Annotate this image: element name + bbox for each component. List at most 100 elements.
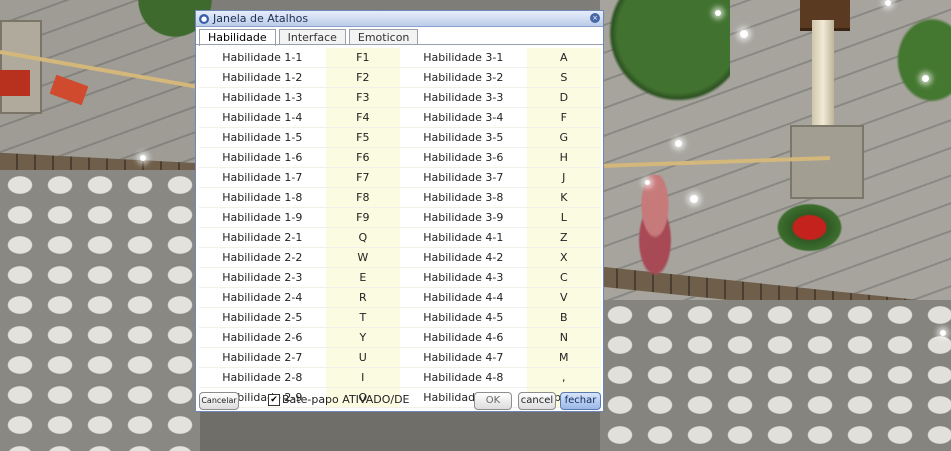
skill-slot-label: Habilidade 2-8 xyxy=(199,367,326,388)
skill-slot-label: Habilidade 3-9 xyxy=(399,207,527,228)
key-binding-cell[interactable]: F xyxy=(526,107,601,128)
skill-slot-label: Habilidade 4-3 xyxy=(399,267,527,288)
key-binding-cell[interactable]: W xyxy=(325,247,400,268)
cobblestones-right xyxy=(600,300,951,451)
skill-slot-label: Habilidade 1-1 xyxy=(199,48,326,68)
key-binding-cell[interactable]: L xyxy=(526,207,601,228)
key-binding-cell[interactable]: C xyxy=(526,267,601,288)
table-row: Habilidade 1-9 F9 Habilidade 3-9 L xyxy=(199,207,601,228)
key-binding-cell[interactable]: Z xyxy=(526,227,601,248)
chat-toggle-checkbox[interactable]: ✔ xyxy=(268,394,280,406)
key-binding-cell[interactable]: T xyxy=(325,307,400,328)
table-row: Habilidade 1-5 F5 Habilidade 3-5 G xyxy=(199,127,601,148)
snowflake xyxy=(885,0,891,6)
lamp-base xyxy=(790,125,864,199)
key-binding-cell[interactable]: F1 xyxy=(325,48,400,68)
key-binding-cell[interactable]: Q xyxy=(325,227,400,248)
skill-slot-label: Habilidade 3-7 xyxy=(399,167,527,188)
skill-slot-label: Habilidade 4-2 xyxy=(399,247,527,268)
cancelar-button[interactable]: Cancelar xyxy=(199,392,239,410)
skill-slot-label: Habilidade 2-1 xyxy=(199,227,326,248)
skill-slot-label: Habilidade 3-3 xyxy=(399,87,527,108)
window-icon: ● xyxy=(199,13,209,24)
skill-slot-label: Habilidade 1-4 xyxy=(199,107,326,128)
key-binding-cell[interactable]: S xyxy=(526,67,601,88)
skill-slot-label: Habilidade 2-6 xyxy=(199,327,326,348)
table-row: Habilidade 1-3 F3 Habilidade 3-3 D xyxy=(199,87,601,108)
key-binding-cell[interactable]: E xyxy=(325,267,400,288)
key-binding-cell[interactable]: V xyxy=(526,287,601,308)
table-row: Habilidade 2-3 E Habilidade 4-3 C xyxy=(199,267,601,288)
snowflake xyxy=(675,140,682,147)
christmas-gift-decoration xyxy=(0,70,30,96)
table-row: Habilidade 2-8 I Habilidade 4-8, xyxy=(199,367,601,388)
skill-slot-label: Habilidade 1-8 xyxy=(199,187,326,208)
snowflake xyxy=(740,30,748,38)
player-character[interactable] xyxy=(625,175,685,275)
table-row: Habilidade 1-2 F2 Habilidade 3-2 S xyxy=(199,67,601,88)
key-binding-cell[interactable]: F8 xyxy=(325,187,400,208)
key-binding-cell[interactable]: , xyxy=(526,367,601,388)
key-binding-cell[interactable]: H xyxy=(526,147,601,168)
skill-slot-label: Habilidade 3-2 xyxy=(399,67,527,88)
key-binding-cell[interactable]: X xyxy=(526,247,601,268)
cancel-button[interactable]: cancel xyxy=(518,392,556,410)
fechar-button[interactable]: fechar xyxy=(560,392,601,410)
table-row: Habilidade 1-7 F7 Habilidade 3-7 J xyxy=(199,167,601,188)
table-row: Habilidade 2-4 R Habilidade 4-4 V xyxy=(199,287,601,308)
tab-emoticon[interactable]: Emoticon xyxy=(348,29,419,45)
skill-slot-label: Habilidade 2-3 xyxy=(199,267,326,288)
key-binding-cell[interactable]: A xyxy=(526,48,601,68)
key-binding-cell[interactable]: J xyxy=(526,167,601,188)
table-row: Habilidade 2-5 T Habilidade 4-5 B xyxy=(199,307,601,328)
skill-slot-label: Habilidade 4-4 xyxy=(399,287,527,308)
table-row: Habilidade 1-8 F8 Habilidade 3-8 K xyxy=(199,187,601,208)
skill-slot-label: Habilidade 2-2 xyxy=(199,247,326,268)
key-binding-cell[interactable]: N xyxy=(526,327,601,348)
key-binding-cell[interactable]: F7 xyxy=(325,167,400,188)
key-binding-cell[interactable]: R xyxy=(325,287,400,308)
skill-slot-label: Habilidade 1-7 xyxy=(199,167,326,188)
key-binding-cell[interactable]: F6 xyxy=(325,147,400,168)
skill-slot-label: Habilidade 2-7 xyxy=(199,347,326,368)
ok-button[interactable]: OK xyxy=(474,392,512,410)
table-row: Habilidade 1-6 F6 Habilidade 3-6 H xyxy=(199,147,601,168)
close-icon[interactable]: × xyxy=(590,13,600,23)
key-binding-cell[interactable]: U xyxy=(325,347,400,368)
shortcut-window: ● Janela de Atalhos × Habilidade Interfa… xyxy=(195,10,604,412)
chat-toggle-label: Bate-papo ATIVADO/DE xyxy=(282,393,410,406)
skill-slot-label: Habilidade 4-8 xyxy=(399,367,527,388)
key-binding-cell[interactable]: F2 xyxy=(325,67,400,88)
skill-slot-label: Habilidade 3-1 xyxy=(399,48,527,68)
snowflake xyxy=(922,75,929,82)
stone-post xyxy=(0,20,42,114)
key-binding-cell[interactable]: F4 xyxy=(325,107,400,128)
key-binding-cell[interactable]: F9 xyxy=(325,207,400,228)
key-binding-cell[interactable]: K xyxy=(526,187,601,208)
skill-slot-label: Habilidade 3-5 xyxy=(399,127,527,148)
title-bar[interactable]: ● Janela de Atalhos × xyxy=(196,11,603,27)
key-binding-cell[interactable]: D xyxy=(526,87,601,108)
table-row: Habilidade 2-6 Y Habilidade 4-6 N xyxy=(199,327,601,348)
key-binding-cell[interactable]: B xyxy=(526,307,601,328)
key-binding-cell[interactable]: F5 xyxy=(325,127,400,148)
christmas-wreath xyxy=(772,200,847,255)
key-binding-cell[interactable]: G xyxy=(526,127,601,148)
skill-slot-label: Habilidade 1-2 xyxy=(199,67,326,88)
table-row: Habilidade 1-4 F4 Habilidade 3-4 F xyxy=(199,107,601,128)
key-binding-cell[interactable]: F3 xyxy=(325,87,400,108)
tab-bar: Habilidade Interface Emoticon xyxy=(199,29,419,46)
window-title: Janela de Atalhos xyxy=(213,12,309,25)
skill-slot-label: Habilidade 2-5 xyxy=(199,307,326,328)
key-binding-cell[interactable]: Y xyxy=(325,327,400,348)
christmas-tree-right xyxy=(600,0,730,110)
key-binding-cell[interactable]: M xyxy=(526,347,601,368)
skill-slot-label: Habilidade 4-1 xyxy=(399,227,527,248)
shortcut-table: Habilidade 1-1 F1 Habilidade 3-1 A Habilidad… xyxy=(199,48,601,408)
key-binding-cell[interactable]: I xyxy=(325,367,400,388)
christmas-tree-far-right xyxy=(890,10,951,110)
tab-interface[interactable]: Interface xyxy=(278,29,346,45)
skill-slot-label: Habilidade 4-5 xyxy=(399,307,527,328)
table-row: Habilidade 1-1 F1 Habilidade 3-1 A xyxy=(199,48,601,68)
table-row: Habilidade 2-7 U Habilidade 4-7 M xyxy=(199,347,601,368)
